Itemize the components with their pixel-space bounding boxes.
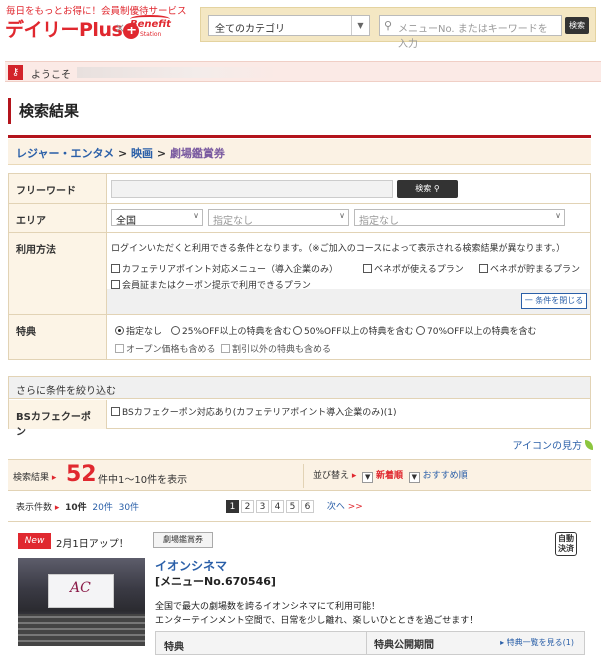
bs-cafe-label: BSカフェクーポン xyxy=(9,400,107,438)
benefit-radio[interactable]: 指定なし xyxy=(115,324,162,337)
method-label: 利用方法 xyxy=(9,233,107,314)
dropdown-icon[interactable]: ▼ xyxy=(362,472,374,483)
row-benefit: 特典 指定なし 25%OFF以上の特典を含む 50%OFF以上の特典を含む 70… xyxy=(8,315,591,360)
benefit-radio[interactable]: 70%OFF以上の特典を含む xyxy=(416,324,536,337)
breadcrumb-movie[interactable]: 映画 xyxy=(131,147,153,160)
partner-logo[interactable]: Benefit Station xyxy=(130,15,172,41)
arrow-icon: ▸ xyxy=(51,473,57,483)
row-freeword: フリーワード 検索 ⚲ xyxy=(8,174,591,204)
chevron-down-icon: ∨ xyxy=(339,211,345,220)
collapse-bar: 一 条件を閉じる xyxy=(107,289,590,314)
benefit-table-header: 特典 特典公開期間 ▸ 特典一覧を見る(1) xyxy=(155,631,585,655)
key-icon: ⚷ xyxy=(8,65,23,80)
page-title: 検索結果 xyxy=(8,98,79,124)
global-search: 全てのカテゴリ ▼ ⚲ メニューNo. またはキーワードを入力 検索 xyxy=(200,7,596,50)
bs-cafe-option[interactable]: BSカフェクーポン対応あり(カフェテリアポイント導入企業のみ)(1) xyxy=(111,405,397,418)
pagination: 123456 次へ >> xyxy=(226,499,363,513)
results-count: 52 xyxy=(66,462,97,487)
divider xyxy=(303,464,304,488)
leaf-icon xyxy=(585,440,593,450)
times-symbol: × xyxy=(115,21,126,35)
collapse-conditions-button[interactable]: 一 条件を閉じる xyxy=(521,293,587,309)
method-note: ログインいただくと利用できる条件となります。（※ご加入のコースによって表示される… xyxy=(111,244,566,254)
dropdown-icon[interactable]: ▼ xyxy=(408,472,420,483)
results-bar: 検索結果 ▸ 52 件中1～10件を表示 並び替え ▸ ▼ 新着順 ▼ おすすめ… xyxy=(8,459,591,491)
welcome-text: ようこそ xyxy=(31,70,71,81)
benefit-check[interactable]: 割引以外の特典も含める xyxy=(221,342,331,355)
per-page-30[interactable]: 30件 xyxy=(119,503,139,513)
sort-recommended[interactable]: おすすめ順 xyxy=(423,471,468,481)
area-select-1[interactable]: 全国 ∨ xyxy=(111,209,203,227)
benefit-check[interactable]: オープン価格も含める xyxy=(115,342,215,355)
chevron-down-icon: ▼ xyxy=(351,16,369,35)
benefit-radio[interactable]: 25%OFF以上の特典を含む xyxy=(171,324,291,337)
result-title-link[interactable]: イオンシネマ xyxy=(155,557,227,574)
header: 毎日をもっとお得に！会員制優待サービス デイリーPlus + × Benefit … xyxy=(0,0,601,52)
column-period: 特典公開期間 xyxy=(374,640,434,651)
new-badge: New xyxy=(18,533,51,549)
per-page-current: 10件 xyxy=(65,503,87,513)
divider xyxy=(8,135,591,138)
freeword-search-button[interactable]: 検索 ⚲ xyxy=(397,180,458,198)
benefit-list-link[interactable]: ▸ 特典一覧を見る(1) xyxy=(500,637,574,648)
area-select-2[interactable]: 指定なし ∨ xyxy=(208,209,349,227)
icon-guide-link[interactable]: アイコンの見方 xyxy=(513,437,593,452)
page-3[interactable]: 3 xyxy=(256,500,269,513)
column-benefit: 特典 xyxy=(164,642,184,653)
freeword-input[interactable] xyxy=(111,180,393,198)
page-6[interactable]: 6 xyxy=(301,500,314,513)
results-range: 件中1～10件を表示 xyxy=(98,475,188,486)
seats-image xyxy=(18,614,145,646)
refine-heading: さらに条件を絞り込む xyxy=(9,377,590,399)
row-area: エリア 全国 ∨ 指定なし ∨ 指定なし ∨ xyxy=(8,204,591,233)
per-page: 表示件数 ▸ 10件 20件 30件 xyxy=(16,503,140,513)
breadcrumb: レジャー・エンタメ > 映画 > 劇場鑑賞券 xyxy=(8,139,591,165)
breadcrumb-leisure[interactable]: レジャー・エンタメ xyxy=(16,147,114,160)
result-card: New 2月1日アップ！ AC 劇場鑑賞券 自動 決済 イオンシネマ [メニューN… xyxy=(8,525,591,655)
freeword-label: フリーワード xyxy=(9,174,107,203)
auto-payment-icon: 自動 決済 xyxy=(555,532,577,556)
breadcrumb-current: 劇場鑑賞券 xyxy=(169,147,225,160)
sort-new[interactable]: 新着順 xyxy=(376,471,403,481)
benefit-radio[interactable]: 50%OFF以上の特典を含む xyxy=(293,324,413,337)
chevron-down-icon: ∨ xyxy=(555,211,561,220)
search-icon: ⚲ xyxy=(384,19,393,32)
area-select-3[interactable]: 指定なし ∨ xyxy=(354,209,565,227)
per-page-20[interactable]: 20件 xyxy=(92,503,112,513)
description-line: エンターテインメント空間で、日常を少し離れ、楽しいひとときを過ごせます！ xyxy=(155,616,479,626)
category-tag: 劇場鑑賞券 xyxy=(153,532,213,548)
search-button[interactable]: 検索 xyxy=(565,17,589,34)
page-4[interactable]: 4 xyxy=(271,500,284,513)
results-label: 検索結果 xyxy=(13,473,50,483)
method-option[interactable]: ベネポが使えるプラン xyxy=(363,262,464,275)
welcome-bar: ⚷ ようこそ xyxy=(5,61,601,82)
page-5[interactable]: 5 xyxy=(286,500,299,513)
next-page-link[interactable]: 次へ >> xyxy=(327,502,363,512)
benefit-label: 特典 xyxy=(9,315,107,359)
area-label: エリア xyxy=(9,204,107,232)
aeon-cinema-logo: AC xyxy=(70,580,91,596)
page-2[interactable]: 2 xyxy=(241,500,254,513)
chevron-down-icon: ∨ xyxy=(193,211,199,220)
theater-thumbnail[interactable]: AC xyxy=(18,558,145,646)
category-select[interactable]: 全てのカテゴリ ▼ xyxy=(208,15,370,36)
keyword-input[interactable]: ⚲ メニューNo. またはキーワードを入力 xyxy=(379,15,562,50)
method-option[interactable]: ベネポが貯まるプラン xyxy=(479,262,580,275)
refine-panel: さらに条件を絞り込む BSカフェクーポン BSカフェクーポン対応あり(カフェテリ… xyxy=(8,376,591,438)
description-line: 全国で最大の劇場数を誇るイオンシネマにて利用可能！ xyxy=(155,602,381,612)
update-note: 2月1日アップ！ xyxy=(56,539,129,550)
row-method: 利用方法 ログインいただくと利用できる条件となります。（※ご加入のコースによって… xyxy=(8,233,591,315)
sort-controls: 並び替え ▸ ▼ 新着順 ▼ おすすめ順 xyxy=(313,471,468,483)
method-option[interactable]: カフェテリアポイント対応メニュー（導入企業のみ） xyxy=(111,262,338,275)
divider xyxy=(366,632,367,654)
page-1: 1 xyxy=(226,500,239,513)
divider xyxy=(8,521,591,522)
menu-number: [メニューNo.670546] xyxy=(155,575,276,588)
blurred-username xyxy=(77,67,277,78)
search-form: フリーワード 検索 ⚲ エリア 全国 ∨ 指定なし ∨ 指定なし ∨ 利用方法 ログイ… xyxy=(8,173,591,360)
